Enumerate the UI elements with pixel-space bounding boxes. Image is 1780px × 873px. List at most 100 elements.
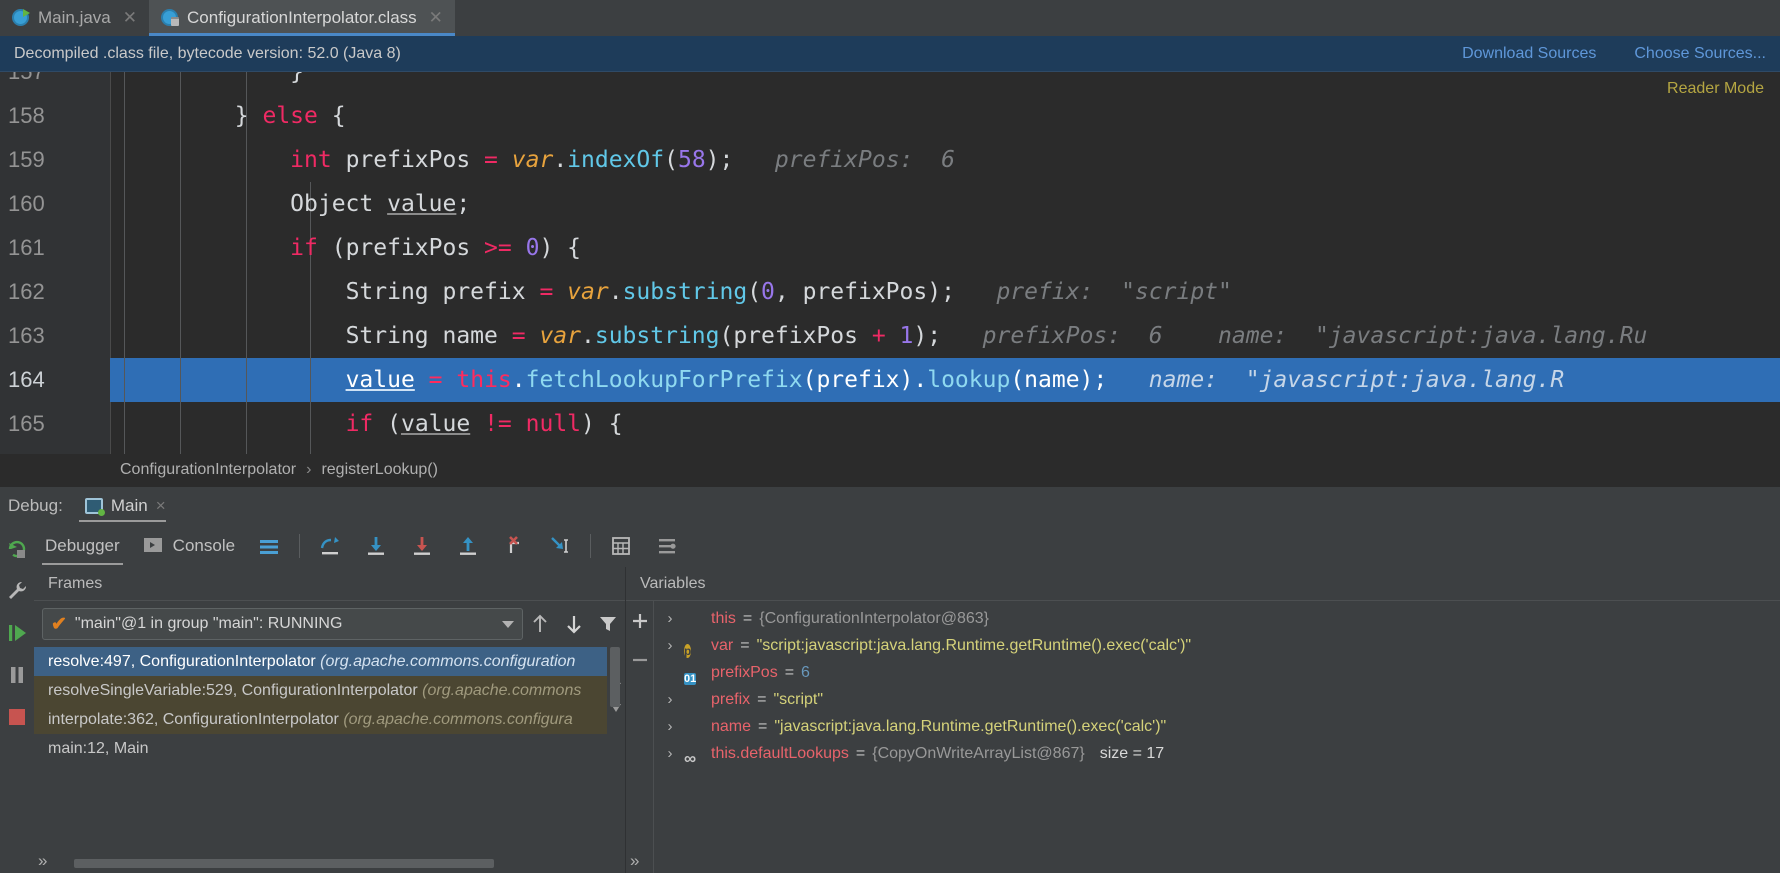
code-line[interactable]: 162 String prefix = var.substring(0, pre… xyxy=(0,270,1780,314)
chevron-right-icon[interactable]: › xyxy=(663,686,677,713)
drop-frame-button[interactable] xyxy=(491,525,537,567)
step-out-button[interactable] xyxy=(445,525,491,567)
variable-row[interactable]: › this = {ConfigurationInterpolator@863} xyxy=(655,605,1780,632)
close-icon[interactable]: ✕ xyxy=(429,8,443,28)
code-token: } xyxy=(290,72,305,85)
frame-row[interactable]: resolveSingleVariable:529, Configuration… xyxy=(34,676,625,705)
code-text: int prefixPos = var.indexOf(58); prefixP… xyxy=(124,138,955,182)
chevron-right-icon[interactable]: › xyxy=(663,713,677,740)
variables-panel: Variables › this = {ConfigurationInterpolat… xyxy=(626,567,1780,873)
frames-down-button[interactable] xyxy=(557,608,591,640)
evaluate-expression-button[interactable] xyxy=(598,525,644,567)
frames-scrollbar-vertical[interactable] xyxy=(607,647,625,851)
scrollbar-thumb[interactable] xyxy=(610,647,620,707)
toolbar-separator xyxy=(299,534,301,558)
expand-variables-icon[interactable]: » xyxy=(630,851,639,871)
frame-row[interactable]: main:12, Main xyxy=(34,734,625,763)
variable-row[interactable]: › ∞ this.defaultLookups = {CopyOnWriteArrayL… xyxy=(655,740,1780,768)
debug-tool-window: Debug: Main × Debugger Console Frames ✔ … xyxy=(0,486,1780,873)
variable-row[interactable]: › prefix = "script" xyxy=(655,686,1780,713)
breadcrumb[interactable]: ConfigurationInterpolator › registerLook… xyxy=(0,454,1780,486)
code-line[interactable]: 158 } else { xyxy=(0,94,1780,138)
frame-row[interactable]: resolve:497, ConfigurationInterpolator (… xyxy=(34,647,625,676)
variable-value: 6 xyxy=(801,664,810,681)
breadcrumb-item-class[interactable]: ConfigurationInterpolator xyxy=(120,461,296,479)
step-over-button[interactable] xyxy=(307,525,353,567)
debug-session-label: Main xyxy=(110,496,148,515)
chevron-right-icon[interactable]: › xyxy=(663,632,677,659)
wrench-icon[interactable] xyxy=(5,579,29,603)
code-line[interactable]: 157 } xyxy=(0,72,1780,94)
line-number: 157 xyxy=(0,72,95,94)
frame-row[interactable]: interpolate:362, ConfigurationInterpolat… xyxy=(34,705,625,734)
variable-value: "script:javascript:java.lang.Runtime.get… xyxy=(756,637,1192,654)
code-text: if (value != null) { xyxy=(124,402,623,446)
editor-tab-main-java[interactable]: Main.java ✕ xyxy=(0,0,149,36)
line-number: 161 xyxy=(8,235,45,260)
step-into-button[interactable] xyxy=(353,525,399,567)
debug-window-header: Debug: Main × xyxy=(0,487,1780,525)
variable-value: {CopyOnWriteArrayList@867} xyxy=(872,745,1085,762)
chevron-right-icon[interactable]: › xyxy=(663,740,677,767)
layout-settings-icon xyxy=(257,534,281,558)
variable-row[interactable]: › name = "javascript:java.lang.Runtime.getR… xyxy=(655,713,1780,740)
run-to-cursor-button[interactable] xyxy=(537,525,583,567)
code-editor[interactable]: Reader Mode 157 }158 } else {159 int pre… xyxy=(0,72,1780,454)
code-line[interactable]: 159 int prefixPos = var.indexOf(58); pre… xyxy=(0,138,1780,182)
inline-debug-hint: prefix: "script" xyxy=(954,279,1232,305)
frame-package: (org.apache.commons.configura xyxy=(343,711,573,728)
frames-up-button[interactable] xyxy=(523,608,557,640)
code-line[interactable]: 160 Object value; xyxy=(0,182,1780,226)
frames-list[interactable]: resolve:497, ConfigurationInterpolator (… xyxy=(34,647,625,851)
frames-filter-button[interactable] xyxy=(591,608,625,640)
choose-sources-link[interactable]: Choose Sources... xyxy=(1634,45,1766,63)
close-icon[interactable]: × xyxy=(156,496,166,516)
code-line[interactable]: 161 if (prefixPos >= 0) { xyxy=(0,226,1780,270)
frames-scrollbar-horizontal[interactable] xyxy=(34,853,625,873)
code-token: ) { xyxy=(581,411,623,437)
code-token: ( xyxy=(747,279,762,305)
variable-name: prefixPos xyxy=(711,664,778,681)
resume-program-icon[interactable] xyxy=(5,621,29,645)
debug-session-tab-main[interactable]: Main × xyxy=(75,487,176,525)
variable-row[interactable]: ›01prefixPos=6 xyxy=(655,659,1780,686)
variables-list[interactable]: › this = {ConfigurationInterpolator@863} › p v… xyxy=(655,601,1780,873)
stop-icon[interactable] xyxy=(5,705,29,729)
object-icon xyxy=(684,610,704,627)
code-token: substring xyxy=(594,323,720,349)
frame-method: resolveSingleVariable:529, Configuration… xyxy=(48,682,423,699)
code-token: else xyxy=(262,103,318,129)
download-sources-link[interactable]: Download Sources xyxy=(1462,45,1596,63)
plus-icon[interactable] xyxy=(630,611,650,636)
code-line[interactable]: 164 value = this.fetchLookupForPrefix(pr… xyxy=(0,358,1780,402)
code-token: ); xyxy=(705,147,734,173)
code-line[interactable]: 166 return value; xyxy=(0,446,1780,454)
close-icon[interactable]: ✕ xyxy=(123,8,137,28)
breadcrumb-item-method[interactable]: registerLookup() xyxy=(321,461,438,479)
chevron-down-icon xyxy=(502,620,514,628)
variable-row[interactable]: › p var = "script:javascript:java.lang.Runti… xyxy=(655,632,1780,659)
frame-method: resolve:497, ConfigurationInterpolator xyxy=(48,653,321,670)
tab-console[interactable]: Console xyxy=(131,525,246,567)
expand-panel-icon[interactable]: » xyxy=(38,851,47,871)
tab-console-label: Console xyxy=(172,536,236,555)
code-line[interactable]: 163 String name = var.substring(prefixPo… xyxy=(0,314,1780,358)
force-step-into-button[interactable] xyxy=(399,525,445,567)
scrollbar-thumb[interactable] xyxy=(74,859,494,868)
frames-controls: ✔ "main"@1 in group "main": RUNNING xyxy=(34,601,625,647)
tab-debugger[interactable]: Debugger xyxy=(34,525,131,567)
settings-button[interactable] xyxy=(644,525,690,567)
thread-selector[interactable]: ✔ "main"@1 in group "main": RUNNING xyxy=(42,608,523,640)
primitive-icon: 01 xyxy=(684,673,697,685)
pause-program-icon[interactable] xyxy=(5,663,29,687)
code-line[interactable]: 165 if (value != null) { xyxy=(0,402,1780,446)
editor-tab-configurationinterpolator-class[interactable]: ConfigurationInterpolator.class ✕ xyxy=(149,0,455,36)
run-to-cursor-icon xyxy=(548,534,572,558)
variable-size: size = 17 xyxy=(1099,745,1165,762)
minus-icon[interactable] xyxy=(630,650,650,675)
chevron-right-icon[interactable]: › xyxy=(663,605,677,632)
layout-settings-button[interactable] xyxy=(246,525,292,567)
rerun-icon[interactable] xyxy=(5,537,29,561)
settings-lines-icon xyxy=(655,534,679,558)
